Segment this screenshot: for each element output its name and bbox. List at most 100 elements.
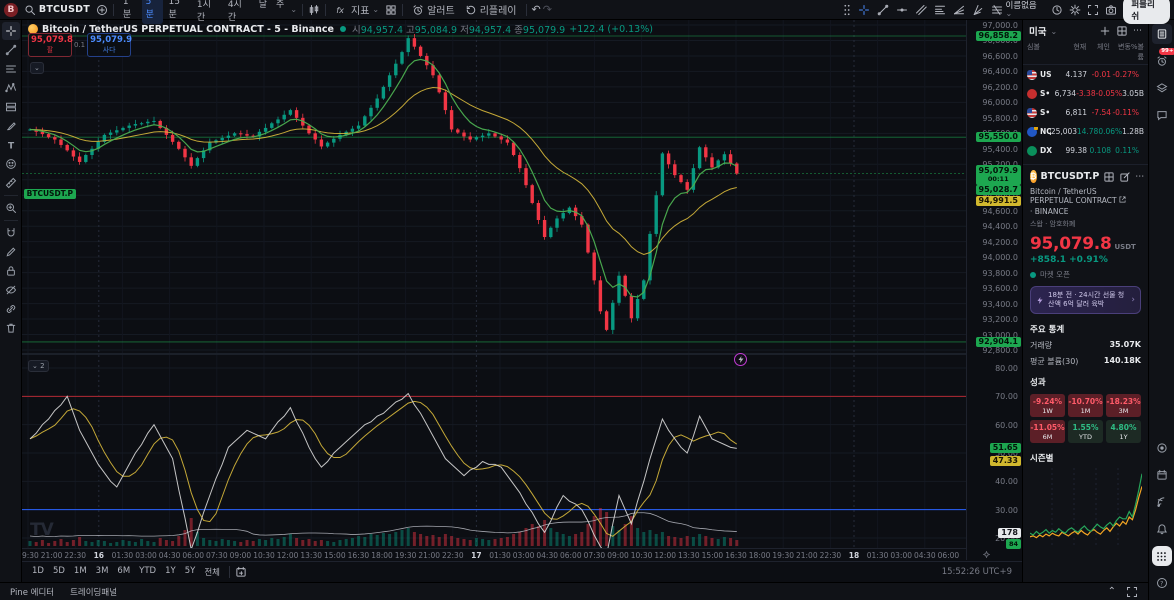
detail-more-icon[interactable]: ⋯: [1135, 171, 1144, 183]
snapshot-camera-icon[interactable]: [1105, 4, 1117, 16]
range-6M[interactable]: 6M: [113, 565, 134, 579]
pitchfork-tool-icon[interactable]: [972, 4, 984, 16]
range-1M[interactable]: 1M: [70, 565, 91, 579]
replay-button[interactable]: 리플레이: [461, 1, 521, 18]
fib-wedge-tool-icon[interactable]: [953, 4, 965, 16]
range-YTD[interactable]: YTD: [135, 565, 160, 579]
range-3M[interactable]: 3M: [92, 565, 113, 579]
chat-panel-icon[interactable]: [1152, 105, 1172, 125]
undo-icon[interactable]: ↶: [532, 3, 541, 16]
range-전체[interactable]: 전체: [200, 565, 224, 579]
range-5Y[interactable]: 5Y: [181, 565, 200, 579]
panel-collapse-icon[interactable]: ⌃: [1108, 586, 1116, 598]
text-tool[interactable]: T: [2, 136, 20, 154]
detail-edit-icon[interactable]: [1119, 171, 1131, 183]
price-axis[interactable]: 97,000.096,800.096,600.096,400.096,200.0…: [966, 20, 1022, 560]
indicators-button[interactable]: fx 지표 ⌄: [331, 1, 383, 18]
news-banner[interactable]: 18분 전 · 24시간 선물 청산액 6억 달러 육박 ›: [1030, 286, 1141, 314]
interval-날[interactable]: 날: [255, 0, 271, 24]
detail-grid-icon[interactable]: [1103, 171, 1115, 183]
drag-handle-icon[interactable]: [843, 4, 851, 16]
perf-tile[interactable]: -10.70%1M: [1068, 394, 1103, 417]
range-1D[interactable]: 1D: [28, 565, 48, 579]
measure-tool[interactable]: [2, 174, 20, 192]
fib-lines-tool[interactable]: [2, 60, 20, 78]
interval-주[interactable]: 주: [272, 0, 288, 24]
interval-15분[interactable]: 15분: [164, 0, 191, 24]
apps-icon[interactable]: [1152, 546, 1172, 566]
watchlist-column[interactable]: 변동%: [1110, 42, 1138, 62]
parallel-channel-tool-icon[interactable]: [915, 4, 927, 16]
clock[interactable]: 15:52:26 UTC+9: [942, 567, 1016, 577]
magnet-tool[interactable]: [2, 224, 20, 242]
chart-region[interactable]: Bitcoin / TetherUS PERPETUAL CONTRACT - …: [22, 20, 1022, 582]
user-avatar[interactable]: B: [4, 3, 18, 17]
chart-plot[interactable]: [22, 20, 966, 548]
drawing-mode-tool[interactable]: [2, 243, 20, 261]
watchlist-row[interactable]: DX99.380.1080.11%: [1023, 141, 1148, 160]
crosshair-tool-icon[interactable]: [858, 4, 870, 16]
detail-description[interactable]: Bitcoin / TetherUS PERPETUAL CONTRACT: [1030, 187, 1141, 205]
perf-tile[interactable]: -11.05%6M: [1030, 420, 1065, 443]
news-event-marker[interactable]: [734, 353, 747, 366]
perf-tile[interactable]: 4.80%1Y: [1106, 420, 1141, 443]
watchlist-region-select[interactable]: 미국: [1029, 24, 1046, 38]
panel-expand-icon[interactable]: [1126, 586, 1138, 598]
watchlist-row[interactable]: S•6,811-7.54-0.11%: [1023, 103, 1148, 122]
pane-legend-collapse-button[interactable]: ⌄ 2: [28, 360, 49, 372]
range-1Y[interactable]: 1Y: [161, 565, 180, 579]
settings-gear-icon[interactable]: [1069, 4, 1081, 16]
publish-button[interactable]: 퍼블리쉬: [1123, 0, 1170, 24]
watchlist-more-icon[interactable]: ⋯: [1133, 26, 1142, 36]
watchlist-row[interactable]: NQ25,00314.780.06%1.28B: [1023, 122, 1148, 141]
long-position-tool[interactable]: [2, 98, 20, 116]
compare-add-icon[interactable]: [96, 4, 108, 16]
alerts-panel-icon[interactable]: 99+: [1152, 51, 1172, 71]
range-5D[interactable]: 5D: [49, 565, 69, 579]
trading-panel-tab[interactable]: 트레이딩패널: [70, 586, 117, 598]
alert-button[interactable]: 알러트: [408, 1, 459, 18]
watchlist-row[interactable]: US4.137-0.01-0.27%: [1023, 65, 1148, 84]
perf-tile[interactable]: -18.23%3M: [1106, 394, 1141, 417]
detail-symbol-name[interactable]: BTCUSDT.P: [1041, 171, 1100, 182]
buy-button[interactable]: 95,079.9 사다: [87, 33, 131, 57]
symbol-search[interactable]: BTCUSDT: [20, 3, 94, 17]
link-tool[interactable]: [2, 300, 20, 318]
hide-tool[interactable]: [2, 281, 20, 299]
lock-tool[interactable]: [2, 262, 20, 280]
watchlist-row[interactable]: S•6,734-3.38-0.05%3.05B: [1023, 84, 1148, 103]
watchlist-column[interactable]: 볼륨: [1138, 42, 1144, 62]
perf-tile[interactable]: 1.55%YTD: [1068, 420, 1103, 443]
templates-icon[interactable]: [385, 4, 397, 16]
trend-line-tool[interactable]: [2, 41, 20, 59]
interval-1분[interactable]: 1분: [119, 0, 141, 24]
fullscreen-icon[interactable]: [1087, 4, 1099, 16]
emoji-tool[interactable]: [2, 155, 20, 173]
trendline-tool-icon[interactable]: [877, 4, 889, 16]
trash-tool[interactable]: [2, 319, 20, 337]
xabcd-pattern-tool[interactable]: [2, 79, 20, 97]
layers-panel-icon[interactable]: [1152, 78, 1172, 98]
watchlist-column[interactable]: 체인: [1086, 42, 1110, 62]
crosshair-tool[interactable]: [2, 22, 20, 40]
watchlist-panel-icon[interactable]: [1152, 24, 1172, 44]
target-icon[interactable]: [1152, 438, 1172, 458]
quick-search-icon[interactable]: [1051, 4, 1063, 16]
legend-collapse-button[interactable]: ⌄: [30, 62, 44, 74]
bell-icon[interactable]: [1152, 519, 1172, 539]
go-to-date-icon[interactable]: [235, 566, 247, 578]
zoom-in-tool[interactable]: [2, 199, 20, 217]
calendar-icon[interactable]: [1152, 465, 1172, 485]
watchlist-column[interactable]: 현재: [1061, 42, 1087, 62]
streams-icon[interactable]: [1152, 492, 1172, 512]
redo-icon[interactable]: ↷: [543, 3, 552, 16]
polyline-tool-icon[interactable]: [991, 4, 1003, 16]
horizontal-line-tool-icon[interactable]: [896, 4, 908, 16]
pine-editor-tab[interactable]: Pine 에디터: [10, 586, 54, 598]
sell-button[interactable]: 95,079.8 팔: [28, 33, 72, 57]
candle-style-icon[interactable]: [308, 4, 320, 16]
time-axis[interactable]: 19:3021:0022:301601:3003:0004:3006:0007:…: [22, 548, 966, 561]
brush-tool[interactable]: [2, 117, 20, 135]
interval-5분[interactable]: 5분: [142, 0, 164, 24]
watchlist-grid-icon[interactable]: [1116, 25, 1128, 37]
